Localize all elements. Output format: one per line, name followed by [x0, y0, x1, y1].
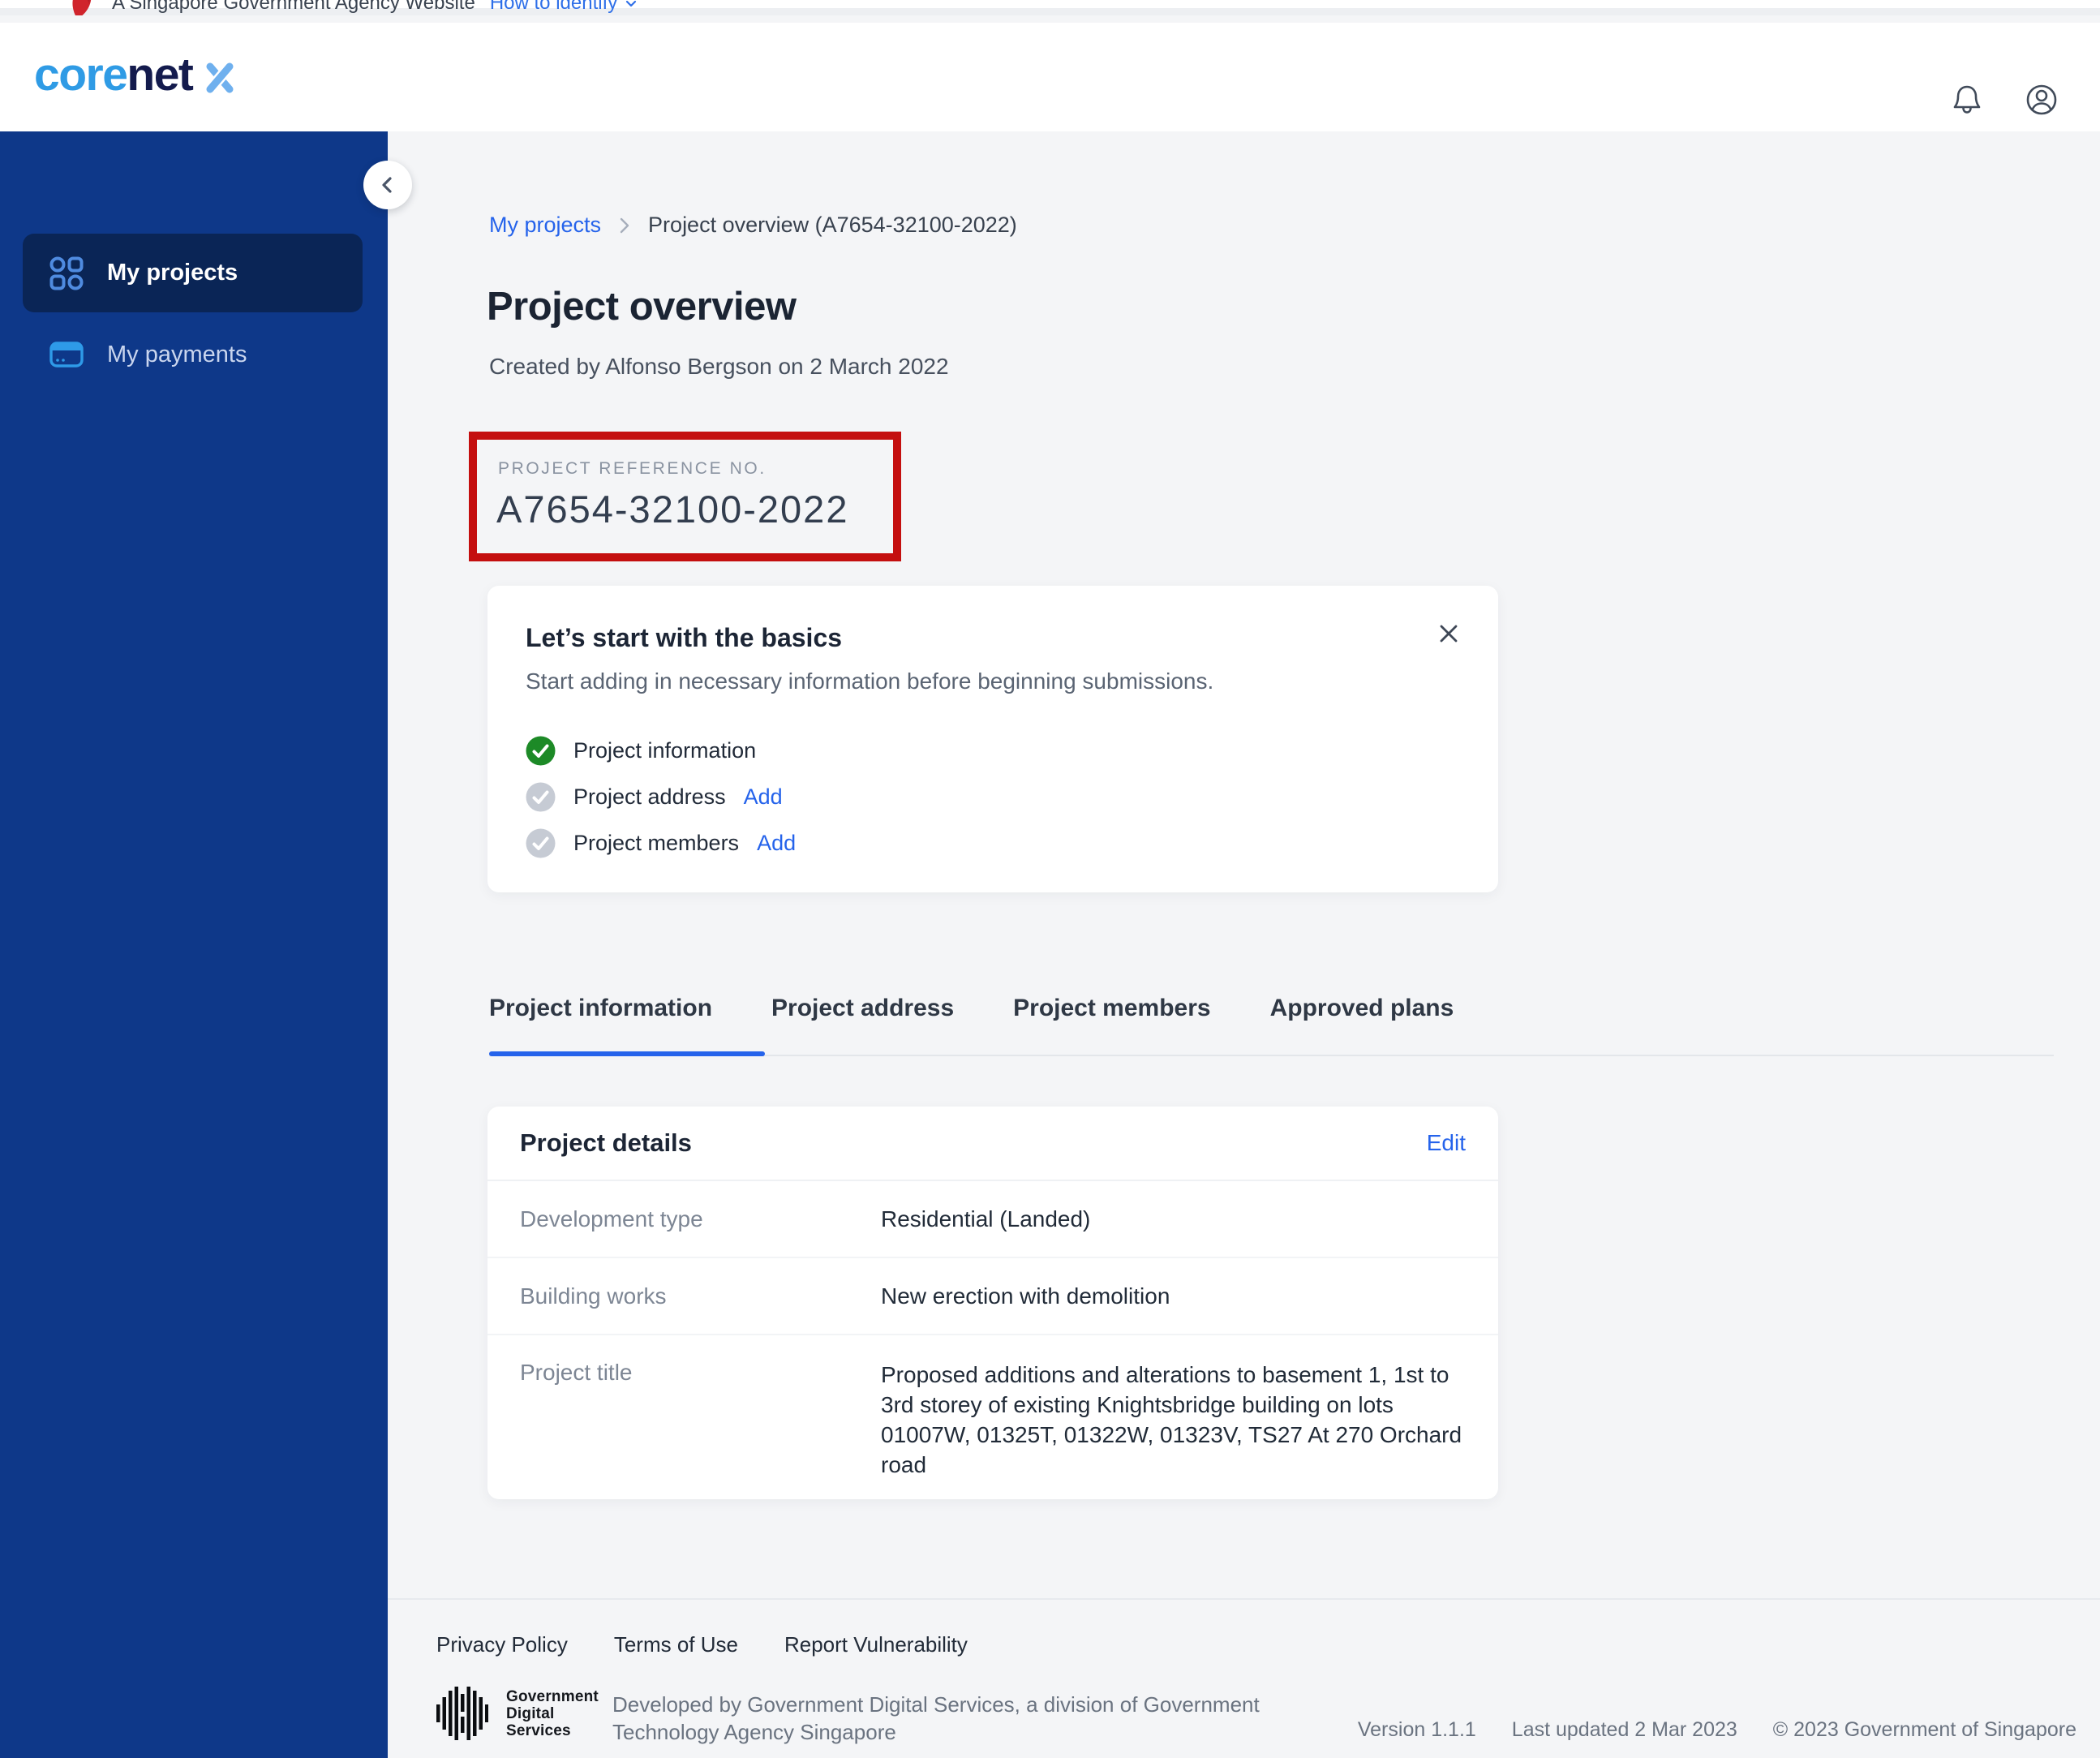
row-label: Project title — [520, 1360, 633, 1385]
basics-checklist: Project information Project address Add — [526, 736, 796, 858]
tab-project-information[interactable]: Project information — [489, 995, 712, 1022]
table-row: Project title Proposed additions and alt… — [487, 1335, 1498, 1498]
chevron-down-icon — [624, 0, 638, 11]
tab-project-members[interactable]: Project members — [1013, 995, 1210, 1022]
active-tab-underline — [489, 1051, 765, 1056]
gds-logo: Government Digital Services — [436, 1686, 599, 1741]
page-subtitle: Created by Alfonso Bergson on 2 March 20… — [489, 354, 949, 379]
gov-banner-text: A Singapore Government Agency Website — [112, 0, 475, 14]
basics-card: Let’s start with the basics Start adding… — [487, 586, 1498, 892]
project-reference-label: PROJECT REFERENCE NO. — [498, 459, 767, 478]
close-icon[interactable] — [1433, 618, 1464, 649]
breadcrumb-current: Project overview (A7654-32100-2022) — [648, 213, 1017, 237]
corenetx-logo[interactable]: corenet — [34, 52, 239, 98]
row-label: Development type — [520, 1206, 703, 1231]
add-project-address-link[interactable]: Add — [744, 784, 783, 810]
checklist-item-label: Project address — [573, 784, 726, 809]
chevron-left-icon — [376, 173, 400, 197]
project-reference-highlight-box: PROJECT REFERENCE NO. A7654-32100-2022 — [469, 432, 901, 561]
tab-project-address[interactable]: Project address — [771, 995, 954, 1022]
projects-grid-icon — [49, 256, 84, 291]
notifications-bell-icon[interactable] — [1948, 81, 1986, 118]
sidebar-item-my-payments[interactable]: My payments — [23, 326, 363, 383]
check-circle-pending-icon — [526, 782, 556, 812]
gds-line: Digital — [506, 1704, 555, 1722]
check-circle-pending-icon — [526, 828, 556, 858]
last-updated-text: Last updated 2 Mar 2023 — [1511, 1718, 1737, 1741]
edit-project-details-link[interactable]: Edit — [1427, 1130, 1466, 1156]
breadcrumb-my-projects[interactable]: My projects — [489, 213, 601, 238]
check-circle-done-icon — [526, 736, 556, 766]
basics-card-title: Let’s start with the basics — [526, 623, 843, 652]
checklist-item-project-members: Project members Add — [526, 828, 796, 858]
project-details-card: Project details Edit Development type Re… — [487, 1107, 1498, 1499]
corenetx-app: A Singapore Government Agency Website Ho… — [0, 0, 2100, 1758]
checklist-item-project-address: Project address Add — [526, 782, 796, 811]
checklist-item-label: Project members — [573, 830, 740, 855]
report-vulnerability-link[interactable]: Report Vulnerability — [784, 1632, 968, 1657]
checklist-item-label: Project information — [573, 737, 757, 763]
account-user-icon[interactable] — [2023, 81, 2060, 118]
row-label: Building works — [520, 1283, 667, 1309]
sidebar-item-label: My payments — [107, 341, 247, 368]
copyright-text: © 2023 Government of Singapore — [1772, 1718, 2076, 1741]
add-project-members-link[interactable]: Add — [757, 831, 796, 856]
gds-barcode-icon — [436, 1686, 488, 1741]
version-text: Version 1.1.1 — [1357, 1718, 1476, 1741]
sidebar-item-my-projects[interactable]: My projects — [23, 234, 363, 312]
gov-banner: A Singapore Government Agency Website Ho… — [0, 0, 2100, 15]
how-to-identify-link[interactable]: How to identify — [490, 0, 638, 15]
sidebar-item-label: My projects — [107, 260, 238, 286]
breadcrumb: My projects Project overview (A7654-3210… — [489, 213, 1017, 238]
checklist-item-project-information: Project information — [526, 736, 796, 765]
sidebar-collapse-button[interactable] — [363, 161, 412, 209]
logo-core-text: core — [34, 49, 128, 101]
privacy-policy-link[interactable]: Privacy Policy — [436, 1632, 568, 1657]
sidebar: My projects My payments — [0, 131, 388, 1758]
tab-approved-plans[interactable]: Approved plans — [1270, 995, 1454, 1022]
payments-card-icon — [49, 337, 84, 372]
row-value: Residential (Landed) — [881, 1206, 1091, 1231]
terms-of-use-link[interactable]: Terms of Use — [614, 1632, 738, 1657]
gds-line: Services — [506, 1721, 571, 1739]
developed-by-text: Developed by Government Digital Services… — [612, 1692, 1260, 1744]
page-title: Project overview — [487, 285, 797, 329]
logo-net-text: net — [127, 49, 194, 101]
project-reference-value: A7654-32100-2022 — [496, 488, 849, 531]
chevron-right-icon — [617, 215, 632, 236]
footer: Privacy Policy Terms of Use Report Vulne… — [388, 1598, 2100, 1758]
row-value: New erection with demolition — [881, 1283, 1170, 1309]
basics-card-subtitle: Start adding in necessary information be… — [526, 668, 1214, 694]
app-header: corenet — [0, 23, 2100, 131]
table-row: Development type Residential (Landed) — [487, 1181, 1498, 1258]
project-details-title: Project details — [520, 1128, 692, 1157]
row-value: Proposed additions and alterations to ba… — [881, 1362, 1462, 1477]
lion-crest-icon — [68, 0, 97, 15]
logo-x-icon — [200, 58, 239, 97]
gds-line: Government — [506, 1687, 599, 1705]
table-row: Building works New erection with demolit… — [487, 1258, 1498, 1335]
overview-tabs: Project information Project address Proj… — [489, 995, 1454, 1022]
